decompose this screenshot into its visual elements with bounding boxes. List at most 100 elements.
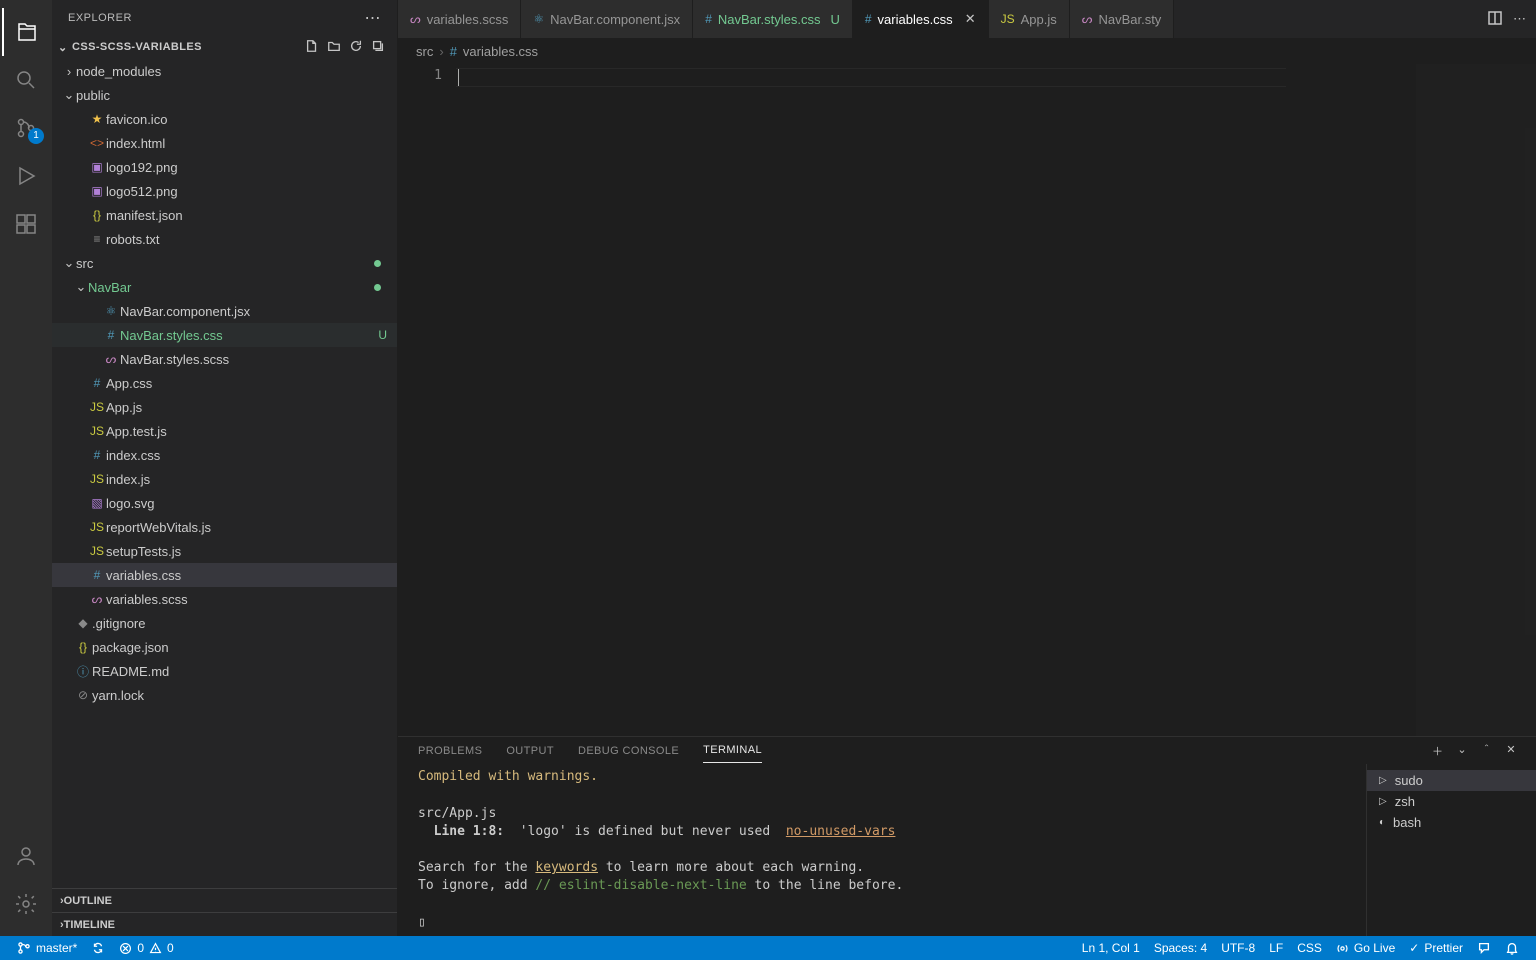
editor-content[interactable] xyxy=(456,64,1416,736)
file-row[interactable]: ⚛NavBar.component.jsx xyxy=(52,299,397,323)
file-row[interactable]: JSsetupTests.js xyxy=(52,539,397,563)
file-row[interactable]: #App.css xyxy=(52,371,397,395)
explorer-icon[interactable] xyxy=(2,8,50,56)
maximize-panel-icon[interactable]: ＾ xyxy=(1481,743,1492,759)
tab-label: variables.scss xyxy=(427,12,509,27)
breadcrumb-file[interactable]: variables.css xyxy=(463,44,538,59)
cursor-position[interactable]: Ln 1, Col 1 xyxy=(1075,941,1147,955)
editor-tab[interactable]: ᔕNavBar.sty xyxy=(1070,0,1175,38)
file-row[interactable]: ⓘREADME.md xyxy=(52,659,397,683)
editor-tab[interactable]: #NavBar.styles.cssU xyxy=(693,0,853,38)
file-icon: ᔕ xyxy=(88,592,106,606)
tab-terminal[interactable]: TERMINAL xyxy=(703,738,762,763)
editor-tab[interactable]: ⚛NavBar.component.jsx xyxy=(521,0,693,38)
outline-section[interactable]: › OUTLINE xyxy=(52,888,397,912)
refresh-icon[interactable] xyxy=(349,39,363,56)
git-branch[interactable]: master* xyxy=(10,941,84,955)
tab-problems[interactable]: PROBLEMS xyxy=(418,739,482,763)
close-panel-icon[interactable]: ✕ xyxy=(1506,743,1516,759)
search-icon[interactable] xyxy=(2,56,50,104)
run-debug-icon[interactable] xyxy=(2,152,50,200)
file-row[interactable]: ▣logo192.png xyxy=(52,155,397,179)
file-row[interactable]: ▧logo.svg xyxy=(52,491,397,515)
tree-label: logo.svg xyxy=(106,496,387,511)
tab-label: NavBar.component.jsx xyxy=(550,12,680,27)
explorer-more-icon[interactable]: ⋯ xyxy=(365,8,382,28)
minimap[interactable] xyxy=(1416,64,1536,736)
file-row[interactable]: ᔕvariables.scss xyxy=(52,587,397,611)
new-folder-icon[interactable] xyxy=(327,39,341,56)
timeline-section[interactable]: › TIMELINE xyxy=(52,912,397,936)
file-icon: <> xyxy=(88,136,106,150)
split-editor-icon[interactable] xyxy=(1487,10,1503,29)
folder-row[interactable]: ⌄src xyxy=(52,251,397,275)
indentation[interactable]: Spaces: 4 xyxy=(1147,941,1214,955)
editor-tab[interactable]: JSApp.js xyxy=(989,0,1070,38)
editor-tab[interactable]: #variables.css✕ xyxy=(853,0,989,38)
file-row[interactable]: JSreportWebVitals.js xyxy=(52,515,397,539)
new-terminal-icon[interactable]: ＋ xyxy=(1432,743,1443,759)
new-file-icon[interactable] xyxy=(305,39,319,56)
tree-label: logo512.png xyxy=(106,184,387,199)
terminal-dropdown-icon[interactable]: ⌄ xyxy=(1457,743,1467,759)
scm-badge: 1 xyxy=(28,128,44,144)
file-row[interactable]: #variables.css xyxy=(52,563,397,587)
file-row[interactable]: #index.css xyxy=(52,443,397,467)
file-row[interactable]: ⊘yarn.lock xyxy=(52,683,397,707)
tree-label: App.test.js xyxy=(106,424,387,439)
folder-row[interactable]: ⌄public xyxy=(52,83,397,107)
file-icon: ⚛ xyxy=(102,304,120,318)
file-row[interactable]: ᔕNavBar.styles.scss xyxy=(52,347,397,371)
tab-output[interactable]: OUTPUT xyxy=(506,739,554,763)
editor-body[interactable]: 1 xyxy=(398,64,1536,736)
tab-debug-console[interactable]: DEBUG CONSOLE xyxy=(578,739,679,763)
source-control-icon[interactable]: 1 xyxy=(2,104,50,152)
file-row[interactable]: ◆.gitignore xyxy=(52,611,397,635)
language-mode[interactable]: CSS xyxy=(1290,941,1329,955)
terminal-instance[interactable]: ▷sudo xyxy=(1367,770,1536,791)
file-row[interactable]: JSApp.test.js xyxy=(52,419,397,443)
editor-tab[interactable]: ᔕvariables.scss xyxy=(398,0,521,38)
terminal-name: sudo xyxy=(1395,773,1423,788)
collapse-all-icon[interactable] xyxy=(371,39,385,56)
file-row[interactable]: JSindex.js xyxy=(52,467,397,491)
close-tab-icon[interactable]: ✕ xyxy=(965,11,976,27)
breadcrumb-root[interactable]: src xyxy=(416,44,433,59)
file-row[interactable]: #NavBar.styles.cssU xyxy=(52,323,397,347)
file-icon: {} xyxy=(74,640,92,654)
feedback-icon[interactable] xyxy=(1470,941,1498,955)
go-live[interactable]: Go Live xyxy=(1329,941,1402,955)
settings-gear-icon[interactable] xyxy=(2,880,50,928)
folder-row[interactable]: ⌄NavBar xyxy=(52,275,397,299)
tab-label: App.js xyxy=(1021,12,1057,27)
more-actions-icon[interactable]: ⋯ xyxy=(1513,11,1526,27)
accounts-icon[interactable] xyxy=(2,832,50,880)
file-row[interactable]: JSApp.js xyxy=(52,395,397,419)
file-row[interactable]: {}manifest.json xyxy=(52,203,397,227)
eol[interactable]: LF xyxy=(1262,941,1290,955)
file-icon: # xyxy=(102,328,120,342)
file-row[interactable]: ▣logo512.png xyxy=(52,179,397,203)
terminal-icon: ▷ xyxy=(1379,796,1387,807)
extensions-icon[interactable] xyxy=(2,200,50,248)
terminal-instance[interactable]: ◐bash xyxy=(1367,812,1536,833)
encoding[interactable]: UTF-8 xyxy=(1214,941,1262,955)
notifications-icon[interactable] xyxy=(1498,941,1526,955)
tree-label: variables.scss xyxy=(106,592,387,607)
file-row[interactable]: {}package.json xyxy=(52,635,397,659)
folder-row[interactable]: ›node_modules xyxy=(52,59,397,83)
errors-warnings[interactable]: 0 0 xyxy=(112,941,180,955)
tree-label: favicon.ico xyxy=(106,112,387,127)
file-icon: JS xyxy=(88,544,106,558)
file-row[interactable]: ★favicon.ico xyxy=(52,107,397,131)
file-row[interactable]: <>index.html xyxy=(52,131,397,155)
tree-label: manifest.json xyxy=(106,208,387,223)
file-row[interactable]: ≡robots.txt xyxy=(52,227,397,251)
terminal-instance[interactable]: ▷zsh xyxy=(1367,791,1536,812)
breadcrumbs[interactable]: src › # variables.css xyxy=(398,38,1536,64)
file-icon: ᔕ xyxy=(102,352,120,366)
terminal-output[interactable]: Compiled with warnings. src/App.js Line … xyxy=(398,764,1366,936)
prettier-status[interactable]: ✓Prettier xyxy=(1402,941,1470,955)
project-section-header[interactable]: ⌄ CSS-SCSS-VARIABLES xyxy=(52,35,397,59)
git-sync[interactable] xyxy=(84,941,112,955)
